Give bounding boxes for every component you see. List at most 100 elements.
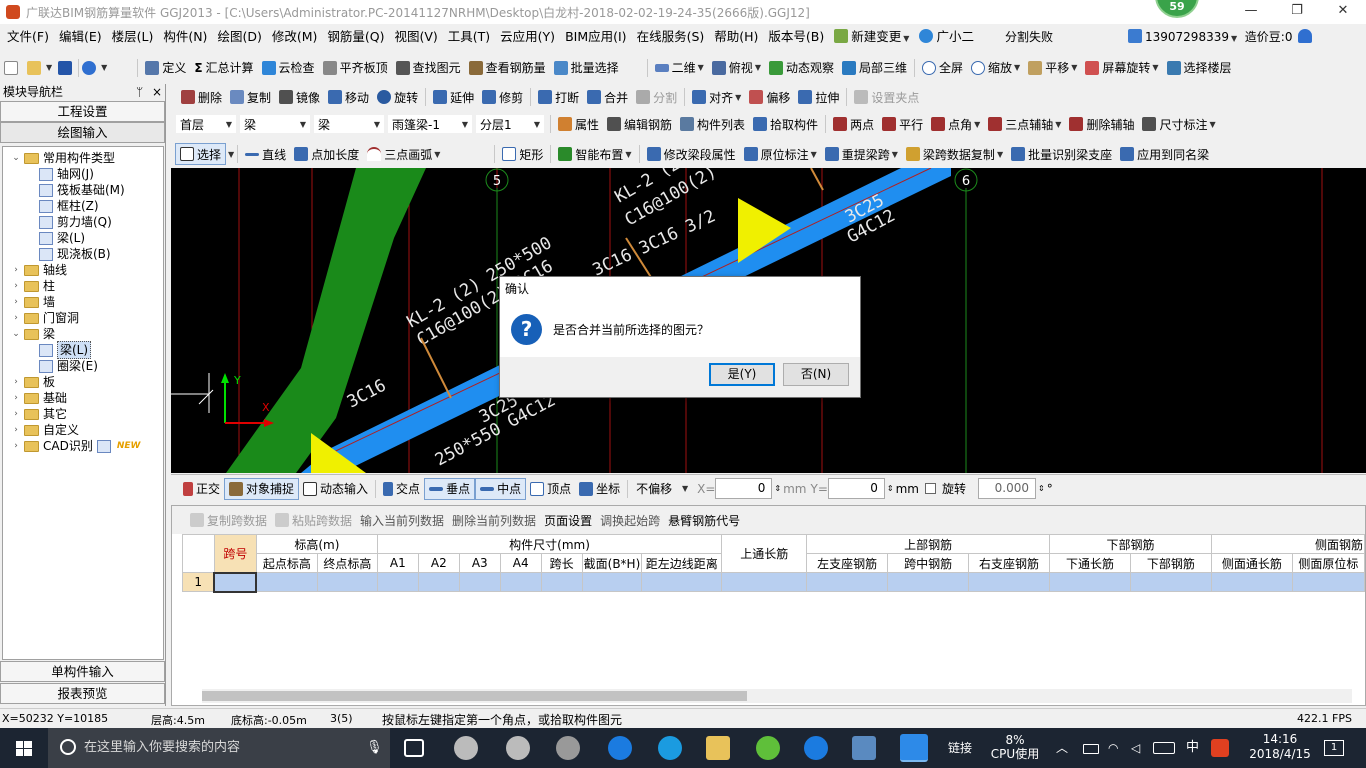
nav-close-icon[interactable]: × <box>152 84 162 101</box>
edit-rebar-button[interactable]: 编辑钢筋 <box>603 113 676 135</box>
y-input[interactable]: 0 <box>827 478 885 499</box>
menu-floor[interactable]: 楼层(L) <box>107 24 159 50</box>
task-view-icon[interactable] <box>404 739 424 757</box>
menu-cloud[interactable]: 云应用(Y) <box>495 24 560 50</box>
menu-tools[interactable]: 工具(T) <box>443 24 495 50</box>
top-view-dropdown[interactable]: 俯视 ▼ <box>708 57 765 79</box>
file-explorer-icon[interactable] <box>706 736 730 760</box>
input-column-button[interactable]: 输入当前列数据 <box>356 509 448 531</box>
rotate-screen-dropdown[interactable]: 屏幕旋转 ▼ <box>1081 57 1162 79</box>
tree-item[interactable]: › 门窗洞 <box>3 310 163 326</box>
rotate-checkbox[interactable] <box>924 483 936 494</box>
vertex-snap[interactable]: 顶点 <box>526 478 575 500</box>
expand-icon[interactable]: › <box>11 262 21 278</box>
component-list-button[interactable]: 构件列表 <box>676 113 749 135</box>
three-point-aux-dropdown[interactable]: 三点辅轴 ▼ <box>984 113 1065 135</box>
wifi-icon[interactable]: ◠ <box>1108 728 1118 768</box>
expand-icon[interactable]: › <box>11 278 21 294</box>
lift-span-dropdown[interactable]: 重提梁跨 ▼ <box>821 143 902 165</box>
select-button[interactable]: 选择 <box>175 143 227 165</box>
move-button[interactable]: 移动 <box>324 86 373 108</box>
table-cell[interactable] <box>721 572 808 592</box>
tree-item[interactable]: 筏板基础(M) <box>3 182 163 198</box>
link-label[interactable]: 链接 <box>948 728 972 768</box>
expand-icon[interactable]: › <box>11 294 21 310</box>
zoom-dropdown[interactable]: 缩放 ▼ <box>967 57 1024 79</box>
layer-select[interactable]: 分层1 ▼ <box>475 114 545 134</box>
rotate-button[interactable]: 旋转 <box>373 86 422 108</box>
tree-item[interactable]: ⌄ 常用构件类型 <box>3 150 163 166</box>
select-floor-button[interactable]: 选择楼层 <box>1163 57 1236 79</box>
delete-column-button[interactable]: 删除当前列数据 <box>448 509 540 531</box>
tree-item[interactable]: 框柱(Z) <box>3 198 163 214</box>
arc-dropdown[interactable]: 三点画弧 ▼ <box>363 143 444 165</box>
menu-rebar[interactable]: 钢筋量(Q) <box>322 24 389 50</box>
tree-item[interactable]: 梁(L) <box>3 341 163 359</box>
midpoint-snap[interactable]: 中点 <box>475 477 527 500</box>
pan-dropdown[interactable]: 平移 ▼ <box>1024 57 1081 79</box>
object-snap-toggle[interactable]: 对象捕捉 <box>224 477 300 500</box>
menu-new-change[interactable]: 新建变更 ▼ <box>829 24 914 50</box>
tree-item[interactable]: › CAD识别 NEW <box>3 438 163 454</box>
table-cell[interactable] <box>376 572 419 592</box>
offset-mode-select[interactable]: 不偏移 ▼ <box>631 478 694 499</box>
edge-icon[interactable] <box>608 736 632 760</box>
tree-item[interactable]: 圈梁(E) <box>3 358 163 374</box>
expand-icon[interactable]: › <box>11 374 21 390</box>
mic-icon[interactable]: 🎙 <box>366 728 383 768</box>
project-settings-button[interactable]: 工程设置 <box>0 101 165 122</box>
set-grip-button[interactable]: 设置夹点 <box>850 86 923 108</box>
table-cell[interactable] <box>499 572 542 592</box>
drawing-input-button[interactable]: 绘图输入 <box>0 122 165 143</box>
tree-item[interactable]: ⌄ 梁 <box>3 326 163 342</box>
delete-button[interactable]: 删除 <box>177 86 226 108</box>
table-row[interactable]: 1 <box>182 571 1366 593</box>
tree-item[interactable]: 轴网(J) <box>3 166 163 182</box>
table-cell[interactable] <box>458 572 501 592</box>
line-button[interactable]: 直线 <box>241 143 290 165</box>
menu-edit[interactable]: 编辑(E) <box>54 24 107 50</box>
tree-item[interactable]: › 墙 <box>3 294 163 310</box>
menu-view[interactable]: 视图(V) <box>389 24 442 50</box>
find-element-button[interactable]: 查找图元 <box>392 57 465 79</box>
copy-button[interactable]: 复制 <box>226 86 275 108</box>
y-spinner-icon[interactable]: ⇕ <box>887 484 894 493</box>
tree-item[interactable]: › 柱 <box>3 278 163 294</box>
table-cell[interactable] <box>540 572 583 592</box>
fan-app-icon[interactable] <box>454 736 478 760</box>
glodon-icon[interactable] <box>804 736 828 760</box>
action-center-icon[interactable]: 1 <box>1324 740 1344 756</box>
collapse-icon[interactable]: ⌄ <box>11 326 21 342</box>
break-button[interactable]: 打断 <box>534 86 583 108</box>
smart-layout-dropdown[interactable]: 智能布置 ▼ <box>554 143 635 165</box>
rotate-spinner-icon[interactable]: ⇕ <box>1038 484 1045 493</box>
table-cell[interactable] <box>316 572 378 592</box>
merge-button[interactable]: 合并 <box>583 86 632 108</box>
paste-span-data-button[interactable]: 粘贴跨数据 <box>271 509 356 531</box>
yes-button[interactable]: 是(Y) <box>709 363 775 386</box>
taskbar-search[interactable]: 在这里输入你要搜索的内容 🎙 <box>48 728 390 768</box>
copy-span-data-button[interactable]: 复制跨数据 <box>186 509 271 531</box>
scroll-thumb[interactable] <box>202 691 747 701</box>
swap-start-span-button[interactable]: 调换起始跨 <box>596 509 664 531</box>
collapse-icon[interactable]: ⌄ <box>11 150 21 166</box>
point-angle-dropdown[interactable]: 点角 ▼ <box>927 113 984 135</box>
split-button[interactable]: 分割 <box>632 86 681 108</box>
pick-component-button[interactable]: 拾取构件 <box>749 113 822 135</box>
menu-assistant[interactable]: 广小二 <box>914 24 979 50</box>
restore-button[interactable]: ❐ <box>1274 0 1320 24</box>
pin-icon[interactable]: ᛘ <box>136 84 143 101</box>
notepad-app-icon[interactable] <box>852 736 876 760</box>
volume-icon[interactable]: ◁ <box>1131 728 1140 768</box>
fullscreen-button[interactable]: 全屏 <box>918 57 967 79</box>
tray-chevron-icon[interactable]: ︿ <box>1056 728 1068 768</box>
tree-item[interactable]: › 板 <box>3 374 163 390</box>
parallel-button[interactable]: 平行 <box>878 113 927 135</box>
table-cell[interactable] <box>641 572 723 592</box>
clock[interactable]: 14:16 2018/4/15 <box>1246 732 1314 768</box>
coord-snap[interactable]: 坐标 <box>575 478 624 500</box>
page-setup-button[interactable]: 页面设置 <box>540 509 596 531</box>
in-situ-dropdown[interactable]: 原位标注 ▼ <box>740 143 821 165</box>
spiral-app-icon[interactable] <box>556 736 580 760</box>
table-cell[interactable] <box>1049 572 1131 592</box>
